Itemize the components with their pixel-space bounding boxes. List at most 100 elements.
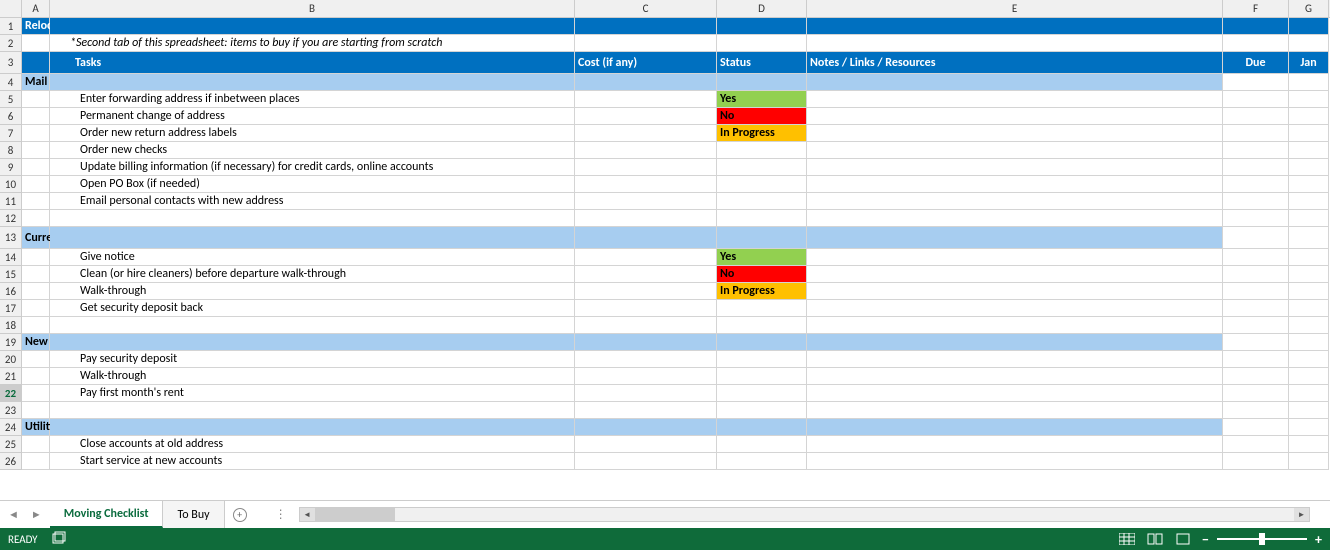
cell[interactable] <box>807 159 1223 176</box>
header-cell[interactable]: Cost (if any) <box>575 52 717 74</box>
cell[interactable] <box>575 125 717 142</box>
cell[interactable] <box>575 436 717 453</box>
cell[interactable] <box>717 300 807 317</box>
cell[interactable]: Email personal contacts with new address <box>50 193 575 210</box>
col-header-E[interactable]: E <box>807 0 1223 17</box>
cell[interactable] <box>717 402 807 419</box>
cell[interactable]: Pay first month's rent <box>50 385 575 402</box>
cell[interactable] <box>807 108 1223 125</box>
row-header-17[interactable]: 17 <box>0 300 22 317</box>
sheet-tab[interactable]: To Buy <box>163 501 224 528</box>
row-header-23[interactable]: 23 <box>0 402 22 419</box>
cell[interactable] <box>22 91 50 108</box>
cell[interactable] <box>807 125 1223 142</box>
cell[interactable] <box>1223 142 1289 159</box>
cell[interactable]: Walk-through <box>50 368 575 385</box>
cell[interactable] <box>575 176 717 193</box>
row-header-21[interactable]: 21 <box>0 368 22 385</box>
row-header-11[interactable]: 11 <box>0 193 22 210</box>
cell[interactable] <box>575 35 717 52</box>
section-cell[interactable] <box>717 334 807 351</box>
cell[interactable] <box>807 91 1223 108</box>
cell[interactable]: Permanent change of address <box>50 108 575 125</box>
cell[interactable] <box>807 193 1223 210</box>
cell[interactable]: No <box>717 266 807 283</box>
row-header-12[interactable]: 12 <box>0 210 22 227</box>
cell[interactable] <box>1223 402 1289 419</box>
header-cell[interactable] <box>22 52 50 74</box>
cell[interactable] <box>22 210 50 227</box>
section-cell[interactable] <box>717 74 807 91</box>
cell[interactable] <box>807 176 1223 193</box>
cell[interactable] <box>1289 91 1329 108</box>
cell[interactable] <box>50 317 575 334</box>
row-header-9[interactable]: 9 <box>0 159 22 176</box>
cell[interactable] <box>717 18 807 35</box>
sheet-tab[interactable]: Moving Checklist <box>50 501 164 528</box>
row-header-7[interactable]: 7 <box>0 125 22 142</box>
row-header-3[interactable]: 3 <box>0 52 22 74</box>
cell[interactable]: Relocation Checklist <box>22 18 50 35</box>
cell[interactable] <box>717 385 807 402</box>
cell[interactable] <box>1289 18 1329 35</box>
cell[interactable]: Order new return address labels <box>50 125 575 142</box>
cell[interactable] <box>1289 108 1329 125</box>
cell[interactable]: Close accounts at old address <box>50 436 575 453</box>
cell[interactable] <box>717 210 807 227</box>
tab-prev-icon[interactable]: ◄ <box>8 508 19 521</box>
col-header-B[interactable]: B <box>50 0 575 17</box>
cell[interactable] <box>575 283 717 300</box>
cell[interactable] <box>50 402 575 419</box>
cell[interactable] <box>717 453 807 470</box>
section-cell[interactable] <box>50 419 575 436</box>
cell[interactable] <box>50 210 575 227</box>
cell[interactable] <box>575 210 717 227</box>
row-header-15[interactable]: 15 <box>0 266 22 283</box>
cell[interactable] <box>807 35 1223 52</box>
cell[interactable] <box>1223 436 1289 453</box>
cell[interactable] <box>1289 351 1329 368</box>
section-cell[interactable] <box>807 419 1223 436</box>
section-cell[interactable] <box>575 74 717 91</box>
row-header-14[interactable]: 14 <box>0 249 22 266</box>
cell[interactable] <box>807 18 1223 35</box>
section-cell[interactable] <box>717 419 807 436</box>
section-cell[interactable] <box>1289 74 1329 91</box>
col-header-D[interactable]: D <box>717 0 807 17</box>
cell[interactable] <box>717 176 807 193</box>
header-cell[interactable]: Jan <box>1289 52 1329 74</box>
cell[interactable]: Yes <box>717 249 807 266</box>
cell[interactable] <box>1289 300 1329 317</box>
row-header-20[interactable]: 20 <box>0 351 22 368</box>
cell[interactable] <box>1223 249 1289 266</box>
cell[interactable] <box>22 108 50 125</box>
cell[interactable] <box>807 368 1223 385</box>
header-cell[interactable]: Tasks <box>50 52 575 74</box>
page-layout-view-icon[interactable] <box>1146 532 1164 546</box>
cell[interactable] <box>22 351 50 368</box>
cell[interactable] <box>1223 368 1289 385</box>
cell[interactable]: Yes <box>717 91 807 108</box>
col-header-A[interactable]: A <box>22 0 50 17</box>
section-cell[interactable]: New Landlord (if applicable) <box>22 334 50 351</box>
cell[interactable] <box>1289 368 1329 385</box>
cell[interactable] <box>807 283 1223 300</box>
cell[interactable] <box>1223 35 1289 52</box>
cell[interactable]: In Progress <box>717 283 807 300</box>
section-cell[interactable] <box>50 334 575 351</box>
section-cell[interactable] <box>50 74 575 91</box>
cell[interactable] <box>717 142 807 159</box>
cell[interactable]: No <box>717 108 807 125</box>
cell[interactable] <box>807 317 1223 334</box>
row-header-6[interactable]: 6 <box>0 108 22 125</box>
col-header-F[interactable]: F <box>1223 0 1289 17</box>
zoom-track[interactable] <box>1217 538 1307 540</box>
cell[interactable] <box>717 368 807 385</box>
cell[interactable] <box>1289 266 1329 283</box>
cell[interactable]: Give notice <box>50 249 575 266</box>
cell[interactable] <box>575 300 717 317</box>
cell[interactable] <box>575 368 717 385</box>
section-cell[interactable] <box>717 227 807 249</box>
cell[interactable] <box>717 193 807 210</box>
cell[interactable]: Update billing information (if necessary… <box>50 159 575 176</box>
